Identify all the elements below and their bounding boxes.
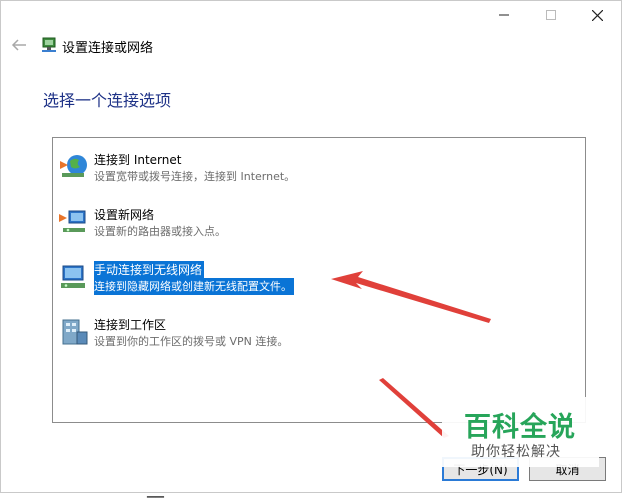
watermark-subtitle: 助你轻松解决: [471, 444, 561, 460]
close-icon: [592, 9, 603, 21]
truncated-text-fragment: ▁▁: [147, 485, 164, 498]
watermark: 百科全说 助你轻松解决: [442, 397, 599, 467]
network-setup-icon: [42, 37, 56, 52]
watermark-title: 百科全说: [464, 412, 576, 443]
window-caption-controls: [480, 1, 621, 29]
setup-connection-window: 设置连接或网络 选择一个连接选项 连接到 Internet 设置宽带或拨号连接，…: [0, 0, 622, 498]
back-arrow-icon[interactable]: [11, 38, 27, 52]
option-title: 连接到工作区: [94, 318, 167, 332]
option-title: 设置新网络: [94, 208, 155, 222]
option-title: 连接到 Internet: [94, 153, 182, 167]
workplace-icon: [62, 319, 88, 345]
option-description: 设置新的路由器或接入点。: [94, 225, 226, 238]
window-title: 设置连接或网络: [62, 41, 154, 56]
new-network-icon: [59, 210, 86, 232]
option-description: 设置到你的工作区的拨号或 VPN 连接。: [94, 335, 289, 348]
maximize-icon: [545, 10, 556, 20]
minimize-icon: [498, 14, 509, 16]
page-heading: 选择一个连接选项: [43, 91, 172, 110]
connection-options-list: 连接到 Internet 设置宽带或拨号连接，连接到 Internet。 设置新…: [52, 137, 586, 423]
wireless-network-icon: [61, 265, 85, 288]
option-title: 手动连接到无线网络: [94, 261, 205, 279]
minimize-button[interactable]: [480, 1, 527, 29]
maximize-button[interactable]: [527, 1, 574, 29]
option-description: 设置宽带或拨号连接，连接到 Internet。: [94, 170, 296, 183]
option-description: 连接到隐藏网络或创建新无线配置文件。: [94, 278, 294, 295]
close-button[interactable]: [574, 1, 621, 29]
globe-network-icon: [60, 155, 87, 177]
